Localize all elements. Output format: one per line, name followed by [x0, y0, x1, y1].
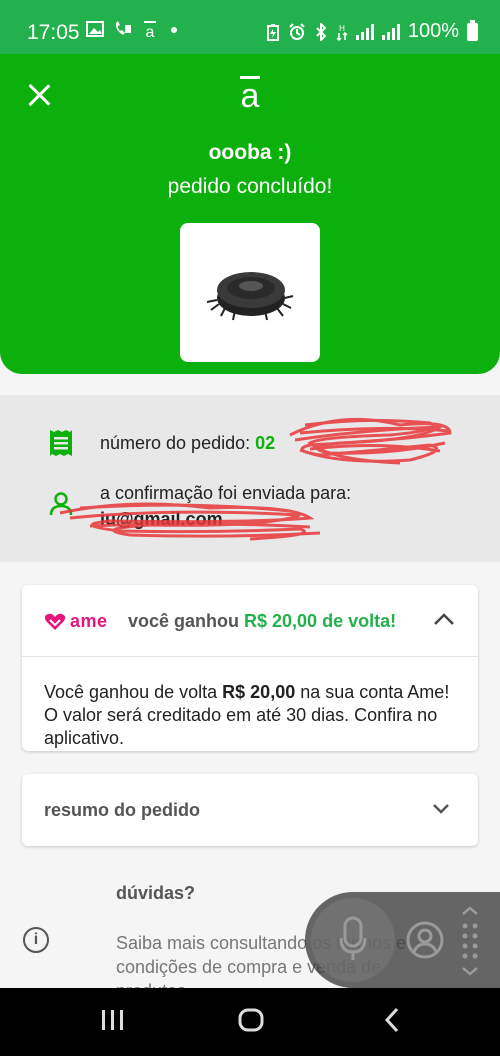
- order-number-label: número do pedido:: [100, 433, 256, 453]
- robot-vacuum-image: [206, 271, 294, 320]
- page-subtitle: pedido concluído!: [167, 175, 333, 198]
- bluetooth-icon: [316, 22, 327, 41]
- mic-button[interactable]: [311, 898, 395, 982]
- cashback-body-prefix: Você ganhou de volta: [44, 682, 223, 702]
- navigation-bar: [0, 988, 500, 1056]
- status-right-icons: H 100%: [266, 19, 478, 43]
- cashback-heading-amount: R$ 20,00 de volta!: [244, 611, 397, 631]
- dot-icon: [171, 27, 177, 33]
- battery-icon: [467, 19, 478, 41]
- microphone-icon: [339, 916, 367, 960]
- product-thumbnail[interactable]: [180, 223, 320, 362]
- order-summary-label: resumo do pedido: [44, 800, 201, 820]
- alarm-icon: [289, 22, 305, 40]
- chevron-down-icon[interactable]: [430, 798, 452, 820]
- battery-saver-icon: [266, 23, 279, 41]
- recent-apps-icon[interactable]: [100, 1006, 126, 1034]
- cashback-heading: você ganhou R$ 20,00 de volta!: [128, 611, 396, 632]
- info-icon: i: [23, 927, 49, 953]
- order-summary-card[interactable]: resumo do pedido: [22, 774, 478, 846]
- cashback-description: Você ganhou de volta R$ 20,00 na sua con…: [44, 681, 464, 750]
- chevron-up-icon[interactable]: [432, 607, 456, 631]
- heart-icon: [44, 613, 66, 630]
- signal-icon: [381, 23, 400, 40]
- americanas-logo: a: [234, 74, 266, 116]
- voice-user-icon[interactable]: [405, 920, 445, 960]
- data-icon: H: [336, 24, 348, 41]
- redaction-scribble: [59, 502, 321, 541]
- close-icon[interactable]: [24, 80, 54, 110]
- back-icon[interactable]: [380, 1006, 404, 1034]
- wifi-call-icon: [115, 21, 131, 35]
- americanas-app-icon: a: [144, 21, 156, 40]
- order-info-section: número do pedido: 02 a confirmação foi e…: [0, 395, 500, 562]
- signal-icon: [355, 23, 374, 40]
- receipt-icon: [50, 430, 72, 456]
- page-title: oooba :): [208, 141, 292, 164]
- order-number-row: número do pedido: 02: [100, 433, 275, 454]
- order-success-header: a oooba :) pedido concluído!: [0, 54, 500, 374]
- cashback-heading-prefix: você ganhou: [128, 611, 245, 631]
- help-title: dúvidas?: [116, 883, 196, 903]
- ame-logo-text: ame: [70, 611, 108, 631]
- svg-text:a: a: [146, 24, 155, 40]
- drag-handle-icon[interactable]: [459, 906, 481, 976]
- home-icon[interactable]: [237, 1006, 265, 1034]
- floating-assistant-panel[interactable]: [305, 892, 500, 988]
- image-icon: [86, 21, 104, 37]
- cashback-body-amount: R$ 20,00: [222, 682, 296, 702]
- redaction-scribble: [289, 417, 452, 465]
- ame-logo: ame: [44, 611, 108, 632]
- status-time: 17:05: [27, 21, 80, 44]
- cashback-card: ame você ganhou R$ 20,00 de volta! Você …: [22, 585, 478, 751]
- svg-text:H: H: [339, 24, 345, 33]
- battery-percentage: 100%: [407, 20, 459, 42]
- order-number-value: 02: [255, 433, 276, 453]
- cashback-card-header[interactable]: ame você ganhou R$ 20,00 de volta!: [22, 585, 478, 657]
- status-left-icons: a: [86, 20, 181, 40]
